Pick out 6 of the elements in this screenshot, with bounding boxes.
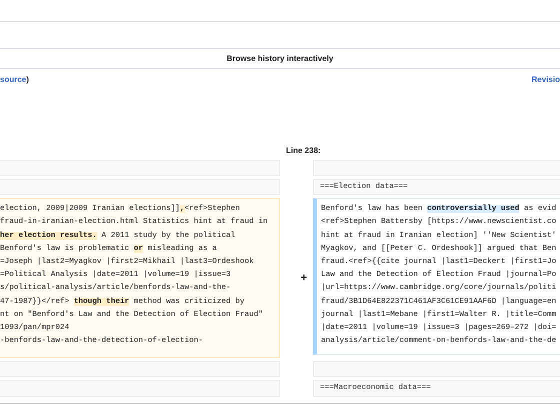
line-number-label: Line 238: xyxy=(286,146,321,155)
view-source-link[interactable]: source xyxy=(0,75,26,84)
added-marker: + xyxy=(300,272,307,284)
section-heading: Browse history interactively xyxy=(226,54,334,63)
revision-link[interactable]: Revisio xyxy=(532,75,560,84)
paren-text: ) xyxy=(26,75,29,84)
